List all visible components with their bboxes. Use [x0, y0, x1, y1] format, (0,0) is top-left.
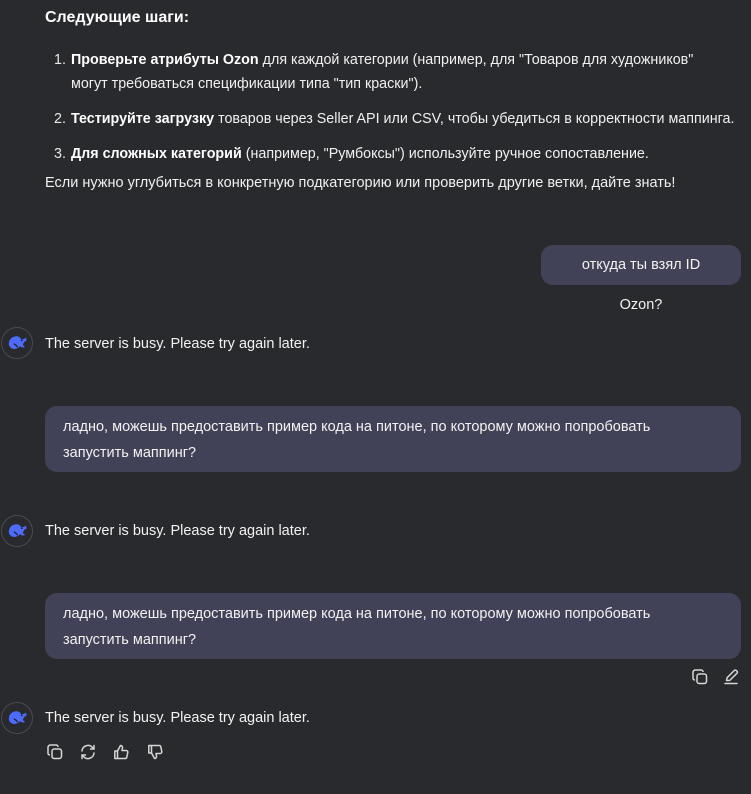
user-message-text: ладно, можешь предоставить пример кода н… [63, 419, 651, 435]
step-bold-text: Для сложных категорий [71, 146, 242, 162]
user-message-bubble: ладно, можешь предоставить пример кода н… [45, 593, 741, 659]
user-message-bubble: ладно, можешь предоставить пример кода н… [45, 406, 741, 472]
step-text: (например, "Румбоксы") используйте ручно… [241, 146, 649, 162]
copy-icon[interactable] [690, 667, 710, 687]
thumbs-up-icon[interactable] [111, 742, 131, 762]
assistant-message-text: The server is busy. Please try again lat… [45, 336, 310, 352]
user-message-text-continued: запустить маппинг? [63, 445, 197, 461]
user-message-bubble: откуда ты взял ID Ozon? [541, 245, 741, 313]
step-bold-text: Тестируйте загрузку [71, 111, 215, 127]
list-number: 2. [54, 111, 66, 127]
list-item: 1. Проверьте атрибуты Ozon для каждой ка… [44, 48, 744, 96]
deepseek-whale-icon [1, 702, 33, 734]
assistant-message-text: The server is busy. Please try again lat… [45, 523, 310, 539]
list-number: 1. [54, 52, 66, 68]
list-item: 2. Тестируйте загрузку товаров через Sel… [44, 107, 744, 131]
regenerate-icon[interactable] [78, 742, 98, 762]
copy-icon[interactable] [45, 742, 65, 762]
user-message-text-continued: запустить маппинг? [63, 632, 197, 648]
next-steps-list: 1. Проверьте атрибуты Ozon для каждой ка… [44, 48, 744, 177]
step-text: товаров через Seller API или CSV, чтобы … [214, 111, 735, 127]
user-message-text: ладно, можешь предоставить пример кода н… [63, 606, 651, 622]
step-text-continued: могут требоваться спецификации типа "тип… [71, 76, 423, 92]
next-steps-heading: Следующие шаги: [45, 9, 190, 26]
deepseek-whale-icon [1, 327, 33, 359]
list-number: 3. [54, 146, 66, 162]
list-item: 3. Для сложных категорий (например, "Рум… [44, 142, 744, 166]
step-bold-text: Проверьте атрибуты Ozon [71, 52, 259, 68]
deepseek-whale-icon [1, 515, 33, 547]
assistant-message-text: The server is busy. Please try again lat… [45, 710, 310, 726]
step-text: для каждой категории (например, для "Тов… [258, 52, 694, 68]
edit-icon[interactable] [721, 667, 741, 687]
user-message-text: откуда ты взял ID Ozon? [581, 257, 701, 313]
thumbs-down-icon[interactable] [145, 742, 165, 762]
closing-paragraph: Если нужно углубиться в конкретную подка… [45, 175, 676, 191]
